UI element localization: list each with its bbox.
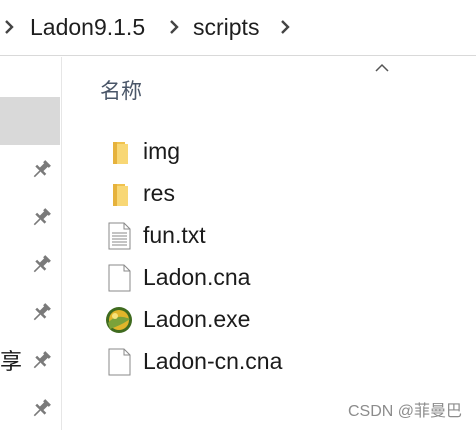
- column-header-name[interactable]: 名称: [100, 78, 142, 106]
- breadcrumb: Ladon9.1.5 scripts: [0, 0, 476, 56]
- chevron-right-icon[interactable]: [169, 17, 179, 37]
- text-file-icon: [108, 222, 131, 250]
- file-name: fun.txt: [143, 222, 206, 248]
- nav-item-label[interactable]: 享: [0, 347, 22, 377]
- pin-icon[interactable]: [30, 350, 52, 372]
- file-name: res: [143, 180, 175, 206]
- nav-item-selected[interactable]: [0, 97, 60, 145]
- file-name: Ladon-cn.cna: [143, 348, 283, 374]
- watermark: CSDN @菲曼巴: [347, 403, 462, 420]
- breadcrumb-scripts-folder[interactable]: scripts: [193, 12, 259, 42]
- list-item[interactable]: Ladon.cna: [98, 257, 398, 297]
- pin-icon[interactable]: [30, 207, 52, 229]
- list-item[interactable]: Ladon.exe: [98, 299, 398, 339]
- blank-file-icon: [108, 264, 131, 292]
- breadcrumb-ladon-folder[interactable]: Ladon9.1.5: [30, 12, 145, 42]
- blank-file-icon: [108, 348, 131, 376]
- navigation-pane: 享: [0, 57, 62, 430]
- sort-ascending-icon[interactable]: [374, 62, 390, 74]
- list-item[interactable]: fun.txt: [98, 215, 398, 255]
- folder-icon: [113, 142, 128, 164]
- file-name: Ladon.exe: [143, 306, 251, 332]
- chevron-right-icon[interactable]: [4, 17, 14, 37]
- pin-icon[interactable]: [30, 159, 52, 181]
- list-item[interactable]: Ladon-cn.cna: [98, 341, 398, 381]
- list-item[interactable]: res: [98, 173, 398, 213]
- pin-icon[interactable]: [30, 302, 52, 324]
- file-name: img: [143, 138, 181, 164]
- ladon-app-icon: [106, 307, 132, 333]
- file-name: Ladon.cna: [143, 264, 251, 290]
- chevron-right-icon[interactable]: [280, 17, 290, 37]
- folder-icon: [113, 184, 128, 206]
- pin-icon[interactable]: [30, 398, 52, 420]
- pin-icon[interactable]: [30, 254, 52, 276]
- list-item[interactable]: img: [98, 131, 398, 171]
